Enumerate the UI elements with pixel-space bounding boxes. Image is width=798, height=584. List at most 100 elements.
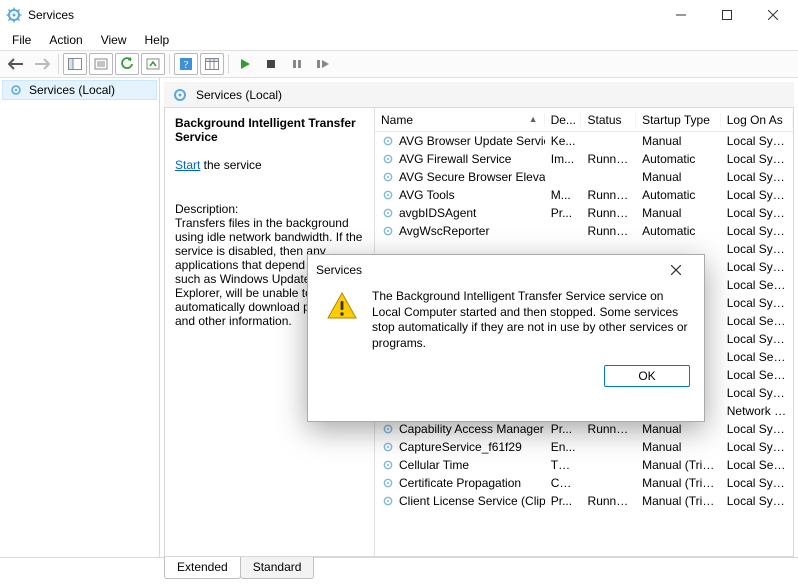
- cell-name: AvgWscReporter: [399, 224, 489, 238]
- gear-icon: [9, 83, 23, 97]
- start-service-link[interactable]: Start: [175, 158, 200, 172]
- restart-service-button[interactable]: [311, 53, 335, 75]
- error-dialog: Services The Background Intelligent Tran…: [307, 254, 705, 422]
- service-icon: [381, 458, 395, 472]
- cell-status: Running: [582, 188, 637, 202]
- table-row[interactable]: Client License Service (Clip...Pr...Runn…: [375, 492, 793, 510]
- cell-logon: Local Servic...: [721, 368, 793, 382]
- cell-status: Running: [582, 224, 637, 238]
- warning-icon: [326, 291, 358, 351]
- cell-description: Pr...: [545, 494, 582, 508]
- service-icon: [381, 134, 395, 148]
- dialog-titlebar: Services: [308, 255, 704, 285]
- back-button[interactable]: [4, 53, 28, 75]
- cell-logon: Local Syste...: [721, 422, 793, 436]
- cell-name: AVG Firewall Service: [399, 152, 511, 166]
- col-log-on-as[interactable]: Log On As: [721, 113, 793, 127]
- cell-logon: Local Syste...: [721, 242, 793, 256]
- cell-startup: Manual (Trig...: [636, 476, 721, 490]
- cell-description: Co...: [545, 476, 582, 490]
- titlebar: Services: [0, 0, 798, 30]
- service-icon: [381, 152, 395, 166]
- cell-status: Running: [582, 422, 637, 436]
- col-startup-type[interactable]: Startup Type: [636, 113, 721, 127]
- cell-logon: Local Servic...: [721, 278, 793, 292]
- menu-view[interactable]: View: [93, 31, 135, 49]
- start-service-button[interactable]: [233, 53, 257, 75]
- table-row[interactable]: Capability Access Manager ...Pr...Runnin…: [375, 420, 793, 438]
- dialog-ok-button[interactable]: OK: [604, 365, 690, 387]
- cell-logon: Local Syste...: [721, 224, 793, 238]
- cell-status: Running: [582, 494, 637, 508]
- cell-name: AVG Tools: [399, 188, 455, 202]
- menu-help[interactable]: Help: [137, 31, 178, 49]
- column-chooser-button[interactable]: [200, 53, 224, 75]
- cell-description: Pr...: [545, 422, 582, 436]
- cell-logon: Local Syste...: [721, 386, 793, 400]
- tab-standard[interactable]: Standard: [240, 557, 315, 579]
- cell-startup: Manual: [636, 134, 721, 148]
- content-header: Services (Local): [164, 82, 794, 108]
- cell-startup: Manual (Trig...: [636, 458, 721, 472]
- maximize-button[interactable]: [704, 0, 750, 30]
- cell-description: Ke...: [545, 134, 582, 148]
- service-icon: [381, 422, 395, 436]
- table-row[interactable]: Cellular TimeThi...Manual (Trig...Local …: [375, 456, 793, 474]
- cell-name: Capability Access Manager ...: [399, 422, 545, 436]
- svg-text:?: ?: [184, 59, 189, 71]
- cell-startup: Automatic: [636, 188, 721, 202]
- minimize-button[interactable]: [658, 0, 704, 30]
- cell-logon: Local Syste...: [721, 134, 793, 148]
- table-row[interactable]: AVG Browser Update Servic...Ke... ManualL…: [375, 132, 793, 150]
- table-row[interactable]: AVG Secure Browser Elevati...ManualLocal…: [375, 168, 793, 186]
- menu-file[interactable]: File: [4, 31, 39, 49]
- cell-startup: Automatic: [636, 224, 721, 238]
- col-description[interactable]: De...: [545, 113, 582, 127]
- cell-startup: Manual: [636, 206, 721, 220]
- close-button[interactable]: [750, 0, 796, 30]
- cell-description: Thi...: [545, 458, 582, 472]
- dialog-title: Services: [316, 263, 362, 277]
- dialog-message: The Background Intelligent Transfer Serv…: [372, 289, 688, 351]
- table-row[interactable]: AVG Firewall ServiceIm...RunningAutomati…: [375, 150, 793, 168]
- table-row[interactable]: Certificate PropagationCo...Manual (Trig…: [375, 474, 793, 492]
- cell-logon: Local Servic...: [721, 314, 793, 328]
- table-row[interactable]: AVG ToolsM...RunningAutomaticLocal Syste…: [375, 186, 793, 204]
- show-hide-tree-button[interactable]: [63, 53, 87, 75]
- forward-button[interactable]: [30, 53, 54, 75]
- nav-item-label: Services (Local): [29, 83, 115, 97]
- view-tabs: Extended Standard: [0, 558, 798, 584]
- tab-extended[interactable]: Extended: [164, 557, 241, 579]
- cell-description: En...: [545, 440, 582, 454]
- cell-logon: Local Syste...: [721, 152, 793, 166]
- table-row[interactable]: AvgWscReporter RunningAutomaticLocal Syst…: [375, 222, 793, 240]
- help-button[interactable]: ?: [174, 53, 198, 75]
- service-icon: [381, 224, 395, 238]
- table-row[interactable]: avgbIDSAgentPr...RunningManualLocal Syst…: [375, 204, 793, 222]
- dialog-close-button[interactable]: [656, 256, 696, 284]
- selected-service-name: Background Intelligent Transfer Service: [175, 116, 364, 144]
- cell-logon: Local Servic...: [721, 458, 793, 472]
- cell-logon: Local Syste...: [721, 296, 793, 310]
- cell-startup: Manual: [636, 422, 721, 436]
- toolbar: ?: [0, 50, 798, 78]
- pause-service-button[interactable]: [285, 53, 309, 75]
- cell-startup: Automatic: [636, 152, 721, 166]
- col-status[interactable]: Status: [581, 113, 636, 127]
- cell-description: Im...: [545, 152, 582, 166]
- menu-action[interactable]: Action: [41, 31, 90, 49]
- stop-service-button[interactable]: [259, 53, 283, 75]
- refresh-button[interactable]: [115, 53, 139, 75]
- properties-button[interactable]: [89, 53, 113, 75]
- cell-description: Pr...: [545, 206, 582, 220]
- service-icon: [381, 440, 395, 454]
- export-list-button[interactable]: [141, 53, 165, 75]
- service-icon: [381, 188, 395, 202]
- column-headers: Name▲ De... Status Startup Type Log On A…: [375, 108, 793, 132]
- table-row[interactable]: CaptureService_f61f29En...ManualLocal Sy…: [375, 438, 793, 456]
- col-name[interactable]: Name▲: [375, 113, 545, 127]
- cell-name: AVG Browser Update Servic...: [399, 134, 545, 148]
- nav-item-services-local[interactable]: Services (Local): [2, 80, 157, 100]
- cell-logon: Local Syste...: [721, 494, 793, 508]
- cell-name: AVG Secure Browser Elevati...: [399, 170, 545, 184]
